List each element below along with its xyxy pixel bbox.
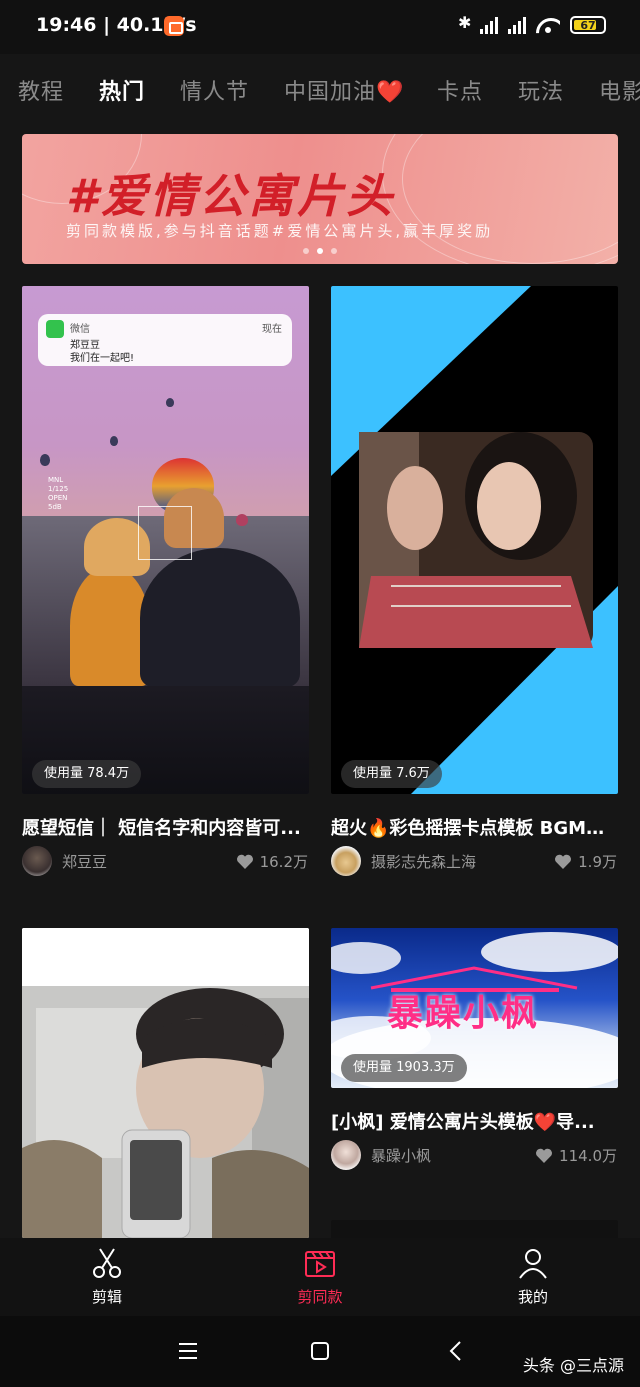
back-icon[interactable]	[446, 1340, 466, 1362]
author-name[interactable]: 摄影志先森上海	[371, 851, 476, 872]
like-count[interactable]: 114.0万	[535, 1145, 617, 1166]
nav-edit-label: 剪辑	[91, 1288, 122, 1306]
heart-icon	[236, 854, 254, 870]
like-count[interactable]: 1.9万	[554, 851, 617, 872]
template-card-thumbnail[interactable]: MNL 1/125 OPEN 5dB 微信 现在 郑豆豆 我们在一起吧! 使用量…	[22, 286, 309, 794]
usage-count: 使用量 7.6万	[341, 760, 442, 788]
clapperboard-icon	[305, 1251, 335, 1277]
wechat-icon	[46, 320, 64, 338]
template-meta: 暴躁小枫 114.0万	[331, 1140, 617, 1170]
template-title[interactable]: [小枫] 爱情公寓片头模板❤️导...	[331, 1108, 621, 1134]
template-title[interactable]: 超火🔥彩色摇摆卡点模板 BGM：...	[331, 814, 621, 840]
heart-icon	[554, 854, 572, 870]
battery-icon: 67	[570, 16, 606, 34]
focus-frame	[138, 506, 192, 560]
usage-count: 使用量 1903.3万	[341, 1054, 467, 1082]
tab-hot[interactable]: 热门	[99, 74, 145, 106]
tab-gameplay[interactable]: 玩法	[518, 74, 564, 106]
signal-hd-icon	[480, 16, 498, 34]
notification-app-icon	[164, 16, 184, 36]
watermark: 头条 @三点源	[522, 1356, 624, 1375]
banner-title: #爱情公寓片头	[66, 169, 396, 223]
template-card-thumbnail[interactable]: 暴躁小枫 使用量 1903.3万	[331, 928, 618, 1088]
template-card-thumbnail[interactable]: 使用量 7.6万	[331, 286, 618, 794]
author-name[interactable]: 郑豆豆	[62, 851, 107, 872]
nav-profile[interactable]: 我的	[473, 1246, 593, 1307]
bluetooth-icon	[458, 13, 471, 35]
scissors-icon	[93, 1248, 121, 1278]
bottom-navigation: 剪辑 剪同款 我的	[0, 1238, 640, 1316]
nav-templates[interactable]: 剪同款	[260, 1246, 380, 1307]
template-meta: 摄影志先森上海 1.9万	[331, 846, 617, 876]
nav-profile-label: 我的	[517, 1288, 548, 1306]
template-meta: 郑豆豆 16.2万	[22, 846, 308, 876]
promo-banner[interactable]: #爱情公寓片头 剪同款模版,参与抖音话题#爱情公寓片头,赢丰厚奖励	[22, 134, 618, 264]
pagination-dot-active	[317, 248, 323, 254]
system-icons: 67	[458, 13, 606, 35]
nav-templates-label: 剪同款	[297, 1288, 343, 1306]
tab-valentines[interactable]: 情人节	[180, 74, 249, 106]
wifi-icon	[536, 16, 560, 34]
battery-level: 67	[580, 18, 596, 32]
nav-edit[interactable]: 剪辑	[47, 1246, 167, 1307]
profile-icon	[519, 1249, 547, 1279]
avatar[interactable]	[331, 846, 361, 876]
heart-icon	[535, 1148, 553, 1164]
avatar[interactable]	[22, 846, 52, 876]
pagination-dot	[331, 248, 337, 254]
tab-beat[interactable]: 卡点	[437, 74, 483, 106]
camera-overlay-text: MNL 1/125 OPEN 5dB	[48, 476, 69, 511]
template-card-thumbnail[interactable]	[22, 928, 309, 1238]
author-name[interactable]: 暴躁小枫	[371, 1145, 431, 1166]
avatar[interactable]	[331, 1140, 361, 1170]
tab-movie[interactable]: 电影	[599, 74, 640, 106]
system-navigation-bar: 头条 @三点源	[0, 1316, 640, 1387]
category-tabs: 教程 热门 情人节 中国加油❤️ 卡点 玩法 电影	[0, 54, 640, 128]
banner-subtitle: 剪同款模版,参与抖音话题#爱情公寓片头,赢丰厚奖励	[66, 222, 494, 240]
pagination-dot	[303, 248, 309, 254]
status-bar: 19:46 | 40.1K/s 67	[0, 0, 640, 54]
template-card-thumbnail[interactable]	[331, 1220, 618, 1240]
tab-china-cheer[interactable]: 中国加油❤️	[284, 74, 404, 106]
tab-tutorial[interactable]: 教程	[18, 74, 64, 106]
usage-count: 使用量 78.4万	[32, 760, 142, 788]
template-title[interactable]: 愿望短信｜ 短信名字和内容皆可...	[22, 814, 312, 840]
signal-icon	[508, 16, 526, 34]
artwork-text: 暴躁小枫	[387, 993, 540, 1034]
home-icon[interactable]	[310, 1340, 330, 1362]
banner-pagination	[22, 248, 618, 254]
notification-mockup: 微信 现在 郑豆豆 我们在一起吧!	[38, 314, 292, 366]
menu-icon[interactable]	[178, 1340, 198, 1362]
like-count[interactable]: 16.2万	[236, 851, 308, 872]
